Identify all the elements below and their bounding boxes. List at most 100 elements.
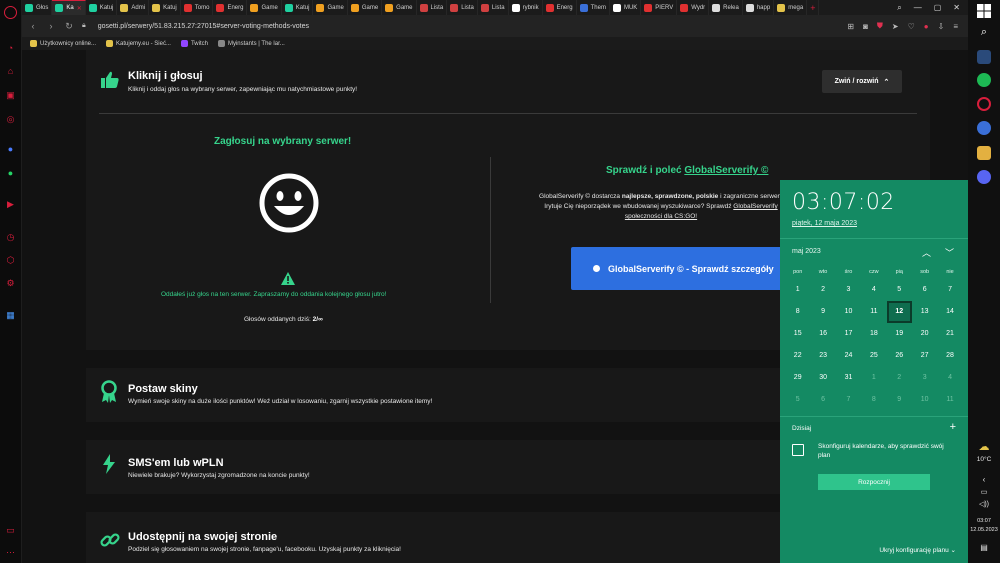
start-button[interactable]: Rozpocznij — [818, 474, 930, 490]
reload-icon[interactable]: ↻ — [64, 21, 74, 32]
close-window-button[interactable]: ✕ — [953, 3, 960, 12]
globalserverify-link[interactable]: GlobalServerify © — [684, 165, 768, 176]
calendar-day[interactable]: 4 — [937, 367, 962, 389]
download-icon[interactable]: ⇩ — [938, 22, 945, 31]
more-icon[interactable]: ⋯ — [4, 546, 17, 559]
calendar-day[interactable]: 11 — [861, 301, 886, 323]
calendar-day[interactable]: 1 — [861, 367, 886, 389]
minimize-button[interactable]: — — [914, 3, 922, 12]
twitch-icon[interactable]: ▣ — [4, 89, 17, 102]
calendar-day[interactable]: 5 — [887, 279, 912, 301]
shop-icon[interactable]: ⌂ — [4, 65, 17, 78]
volume-icon[interactable]: ◁)) — [968, 500, 1000, 508]
calendar-day[interactable]: 29 — [785, 367, 810, 389]
opera-logo-icon[interactable] — [4, 6, 17, 19]
file-explorer-icon[interactable] — [977, 146, 991, 160]
bookmark-item[interactable]: Myinstants | The lar... — [217, 40, 285, 47]
taskbar-date[interactable]: 12.05.2023 — [968, 527, 1000, 533]
calendar-day[interactable]: 8 — [861, 389, 886, 411]
whatsapp-icon[interactable]: ● — [4, 167, 17, 180]
collapse-button[interactable]: Zwiń / rozwiń ⌃ — [822, 70, 902, 93]
month-label[interactable]: maj 2023 — [792, 248, 821, 255]
url-field[interactable]: gosetti.pl/serwery/51.83.215.27:27015#se… — [98, 23, 309, 30]
calendar-day[interactable]: 2 — [887, 367, 912, 389]
back-icon[interactable]: ‹ — [28, 21, 38, 31]
calendar-day[interactable]: 28 — [937, 345, 962, 367]
calendar-day[interactable]: 8 — [785, 301, 810, 323]
chevron-left-icon[interactable]: ‹ — [968, 475, 1000, 484]
calendar-day[interactable]: 27 — [912, 345, 937, 367]
shield-icon[interactable]: ⛊ — [877, 21, 883, 31]
weather-icon[interactable]: ☁ — [977, 440, 991, 454]
add-event-icon[interactable]: + — [950, 421, 956, 433]
calendar-day[interactable]: 10 — [836, 301, 861, 323]
history-icon[interactable]: ◷ — [4, 231, 17, 244]
calendar-day[interactable]: 25 — [861, 345, 886, 367]
chevron-up-icon[interactable]: ︿ — [922, 246, 931, 259]
calendar-day[interactable]: 10 — [912, 389, 937, 411]
calendar-day[interactable]: 9 — [887, 389, 912, 411]
calendar-day[interactable]: 7 — [836, 389, 861, 411]
bookmark-icon[interactable]: ♡ — [908, 22, 915, 31]
network-icon[interactable]: ▭ — [968, 488, 1000, 496]
window-icon[interactable]: ▭ — [4, 524, 17, 537]
hide-plan-link[interactable]: Ukryj konfigurację planu ⌄ — [879, 546, 956, 554]
calendar-day[interactable]: 24 — [836, 345, 861, 367]
calendar-day[interactable]: 19 — [887, 323, 912, 345]
settings-icon[interactable]: ⚙ — [4, 277, 17, 290]
calendar-day[interactable]: 9 — [810, 301, 835, 323]
box-icon[interactable]: ⬡ — [4, 254, 17, 267]
calendar-day[interactable]: 6 — [912, 279, 937, 301]
calendar-day[interactable]: 14 — [937, 301, 962, 323]
calendar-day[interactable]: 4 — [861, 279, 886, 301]
calendar-day[interactable]: 22 — [785, 345, 810, 367]
spotify-icon[interactable] — [977, 73, 991, 87]
calendar-day[interactable]: 31 — [836, 367, 861, 389]
camera-icon[interactable]: ◙ — [863, 22, 868, 31]
discord-icon[interactable] — [977, 170, 991, 184]
calendar-day[interactable]: 16 — [810, 323, 835, 345]
calendar-day[interactable]: 26 — [887, 345, 912, 367]
extensions-icon[interactable]: ⊞ — [847, 22, 854, 31]
extension-icon[interactable]: ▦ — [4, 309, 17, 322]
discord-icon[interactable]: ◎ — [4, 113, 17, 126]
calendar-day[interactable]: 3 — [836, 279, 861, 301]
globalserverify-inline-link[interactable]: GlobalServerify — [733, 203, 777, 210]
windows-start-icon[interactable] — [977, 4, 991, 18]
calendar-day[interactable]: 11 — [937, 389, 962, 411]
calendar-day[interactable]: 18 — [861, 323, 886, 345]
search-icon[interactable]: ⌕ — [977, 26, 991, 40]
speed-dial-icon[interactable]: ◔ — [4, 42, 17, 55]
player-icon[interactable]: ▶ — [4, 198, 17, 211]
forward-icon[interactable]: › — [46, 21, 56, 31]
calendar-day[interactable]: 23 — [810, 345, 835, 367]
bookmark-item[interactable]: Użytkownicy online... — [30, 40, 96, 47]
send-icon[interactable]: ➤ — [892, 22, 899, 31]
maximize-button[interactable]: ▢ — [934, 3, 942, 12]
notifications-icon[interactable]: ▤ — [968, 543, 1000, 552]
calendar-day[interactable]: 21 — [937, 323, 962, 345]
chevron-down-icon[interactable]: ﹀ — [945, 246, 954, 259]
messenger-icon[interactable]: ● — [4, 143, 17, 156]
profile-icon[interactable]: ● — [924, 22, 929, 31]
calendar-day[interactable]: 15 — [785, 323, 810, 345]
calendar-day[interactable]: 20 — [912, 323, 937, 345]
calendar-day[interactable]: 13 — [912, 301, 937, 323]
search-tabs-icon[interactable]: ⌕ — [897, 3, 901, 13]
opera-gx-icon[interactable] — [977, 97, 991, 111]
calendar-day[interactable]: 17 — [836, 323, 861, 345]
bookmark-item[interactable]: Twitch — [180, 40, 208, 47]
calendar-day[interactable]: 3 — [912, 367, 937, 389]
calendar-day[interactable]: 7 — [937, 279, 962, 301]
steam-icon[interactable] — [977, 50, 991, 64]
calendar-day[interactable]: 1 — [785, 279, 810, 301]
menu-icon[interactable]: ≡ — [953, 22, 958, 31]
taskbar-time[interactable]: 03:07 — [968, 518, 1000, 524]
calendar-day[interactable]: 2 — [810, 279, 835, 301]
app-icon[interactable] — [977, 121, 991, 135]
calendar-day[interactable]: 5 — [785, 389, 810, 411]
full-date-link[interactable]: piątek, 12 maja 2023 — [792, 220, 857, 227]
calendar-day-today[interactable]: 12 — [886, 301, 912, 323]
calendar-day[interactable]: 30 — [810, 367, 835, 389]
bookmark-item[interactable]: Katujemy.eu - Sieć... — [106, 40, 171, 47]
